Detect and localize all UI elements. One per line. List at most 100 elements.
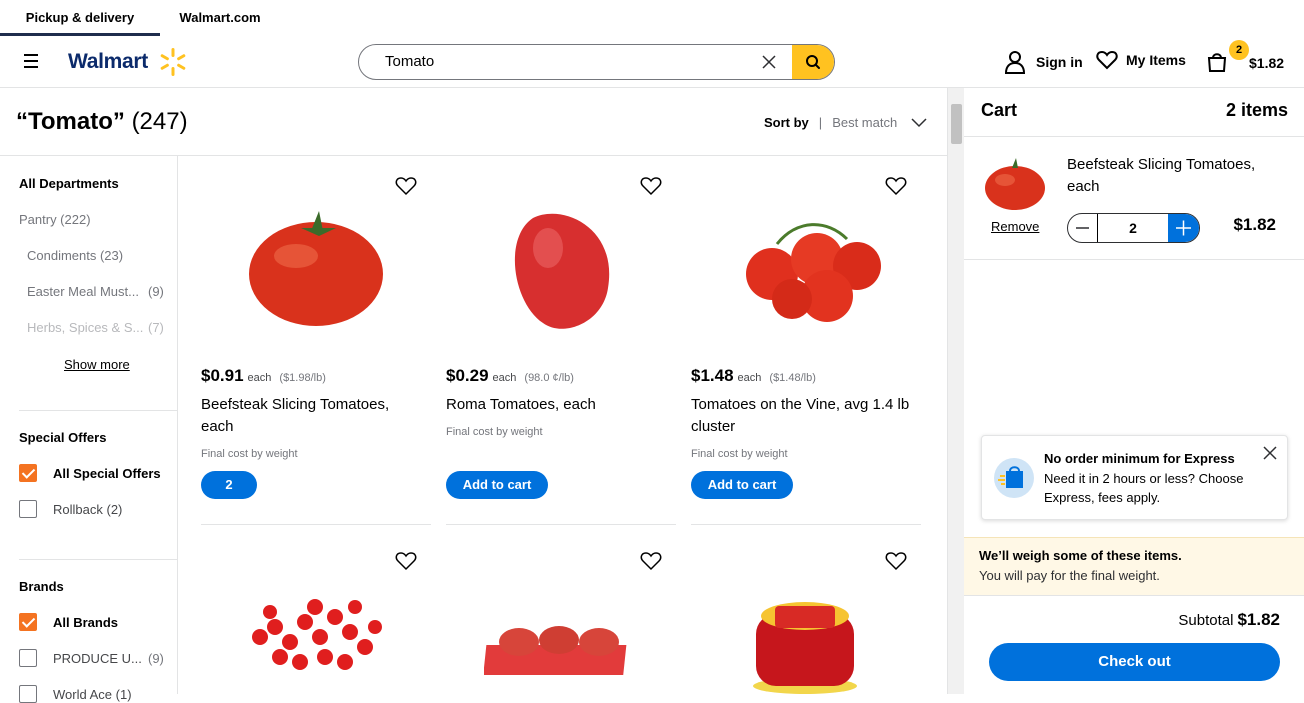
walmart-logo[interactable]: Walmart [68,50,148,74]
product-name[interactable]: Beefsteak Slicing Tomatoes, each [201,394,421,438]
show-more-link[interactable]: Show more [64,357,130,372]
product-image[interactable] [484,620,634,680]
my-items-button[interactable]: My Items [1096,50,1186,70]
sign-in-label: Sign in [1036,54,1083,70]
add-to-cart-button[interactable]: Add to cart [691,471,793,499]
category-condiments[interactable]: Condiments (23) [27,248,123,263]
product-image[interactable] [503,208,623,338]
departments-heading: All Departments [19,176,119,191]
quantity-value[interactable]: 2 [1097,214,1169,242]
add-to-cart-button[interactable]: Add to cart [446,471,548,499]
heart-icon [1096,50,1118,70]
close-icon[interactable] [1263,446,1277,460]
product-image[interactable] [737,214,887,324]
category-easter-count: (9) [148,284,164,299]
clear-icon[interactable] [761,54,777,70]
minus-icon[interactable] [1068,214,1097,242]
category-easter[interactable]: Easter Meal Must... [27,284,139,299]
subtotal-label: Subtotal [1178,612,1234,629]
world-ace-label: World Ace (1) [53,687,132,702]
rollback-label: Rollback (2) [53,502,123,517]
product-name[interactable]: Tomatoes on the Vine, avg 1.4 lb cluster [691,394,911,438]
menu-icon[interactable] [24,54,38,72]
final-cost-note: Final cost by weight [201,448,298,460]
product-name[interactable]: Roma Tomatoes, each [446,394,666,416]
cart-title: Cart [981,100,1018,120]
sort-label: Sort by [764,115,809,130]
quantity-in-cart-button[interactable]: 2 [201,471,257,499]
express-bag-icon [994,458,1034,498]
cart-divider [964,259,1304,260]
cart-panel: Cart 2 items Beefsteak Slicing Tomatoes,… [964,88,1304,694]
cart-count-badge: 2 [1229,40,1249,60]
scrollbar-thumb[interactable] [951,104,962,144]
category-herbs[interactable]: Herbs, Spices & S... [27,320,143,335]
favorite-heart-icon[interactable] [885,551,907,571]
cart-items-count: 2 items [1225,100,1288,120]
produce-count: (9) [148,651,164,666]
category-herbs-count: (7) [148,320,164,335]
product-price: $1.48 each ($1.48/lb) [691,366,816,385]
category-pantry[interactable]: Pantry (222) [19,212,91,227]
checkout-button[interactable]: Check out [989,643,1280,681]
results-count: (247) [131,108,188,135]
chevron-down-icon [911,117,927,127]
cart-item-name[interactable]: Beefsteak Slicing Tomatoes, each [1067,154,1287,198]
express-banner: No order minimum for Express Need it in … [981,435,1288,520]
subtotal-value: $1.82 [1237,610,1280,629]
sort-dropdown[interactable]: Sort by | Best match [764,115,927,130]
all-special-offers-label: All Special Offers [53,466,161,481]
sidebar-divider [19,410,177,411]
rollback-checkbox[interactable] [19,500,37,518]
product-image[interactable] [241,206,391,336]
produce-checkbox[interactable] [19,649,37,667]
subtotal: Subtotal $1.82 [1178,610,1280,630]
express-description: Need it in 2 hours or less? Choose Expre… [1044,471,1244,505]
plus-icon[interactable] [1168,214,1199,242]
sort-separator: | [818,115,823,130]
all-special-offers-checkbox[interactable] [19,464,37,482]
top-tabs: Pickup & delivery Walmart.com [0,0,1304,36]
favorite-heart-icon[interactable] [640,551,662,571]
product-image[interactable] [750,594,860,694]
tab-pickup-delivery[interactable]: Pickup & delivery [0,0,160,36]
cart-total[interactable]: $1.82 [1249,55,1284,71]
favorite-heart-icon[interactable] [885,176,907,196]
all-brands-label: All Brands [53,615,119,630]
search-query: “Tomato” [16,108,125,135]
results-scrollbar[interactable] [947,88,964,694]
my-items-label: My Items [1126,52,1186,68]
special-offers-heading: Special Offers [19,430,107,445]
sign-in-button[interactable]: Sign in [1004,50,1083,74]
card-divider [691,524,921,525]
favorite-heart-icon[interactable] [395,551,417,571]
favorite-heart-icon[interactable] [640,176,662,196]
all-brands-checkbox[interactable] [19,613,37,631]
favorite-heart-icon[interactable] [395,176,417,196]
cart-divider [964,595,1304,596]
product-price: $0.91 each ($1.98/lb) [201,366,326,385]
user-icon [1004,51,1026,74]
remove-item-link[interactable]: Remove [991,219,1039,234]
express-title: No order minimum for Express [1044,451,1235,466]
weigh-notice: We’ll weigh some of these items. You wil… [964,537,1304,595]
world-ace-checkbox[interactable] [19,685,37,703]
cart-icon[interactable] [1206,51,1228,73]
final-cost-note: Final cost by weight [446,426,543,438]
search-icon [806,55,820,69]
search-input[interactable] [385,53,745,70]
brands-heading: Brands [19,579,64,594]
search-button[interactable] [792,45,834,79]
spark-logo-icon [160,48,186,76]
product-image[interactable] [240,592,390,682]
cart-item-image[interactable] [983,156,1047,212]
cart-divider [964,136,1304,137]
cart-item-price: $1.82 [1233,215,1276,234]
final-cost-note: Final cost by weight [691,448,788,460]
produce-label: PRODUCE U... [53,651,142,666]
header: Walmart Sign in [0,36,1304,88]
weigh-title: We’ll weigh some of these items. [979,548,1182,563]
tab-walmart-com[interactable]: Walmart.com [160,0,280,36]
filter-sidebar: All Departments Pantry (222) Condiments … [0,156,178,703]
weigh-description: You will pay for the final weight. [979,568,1160,583]
